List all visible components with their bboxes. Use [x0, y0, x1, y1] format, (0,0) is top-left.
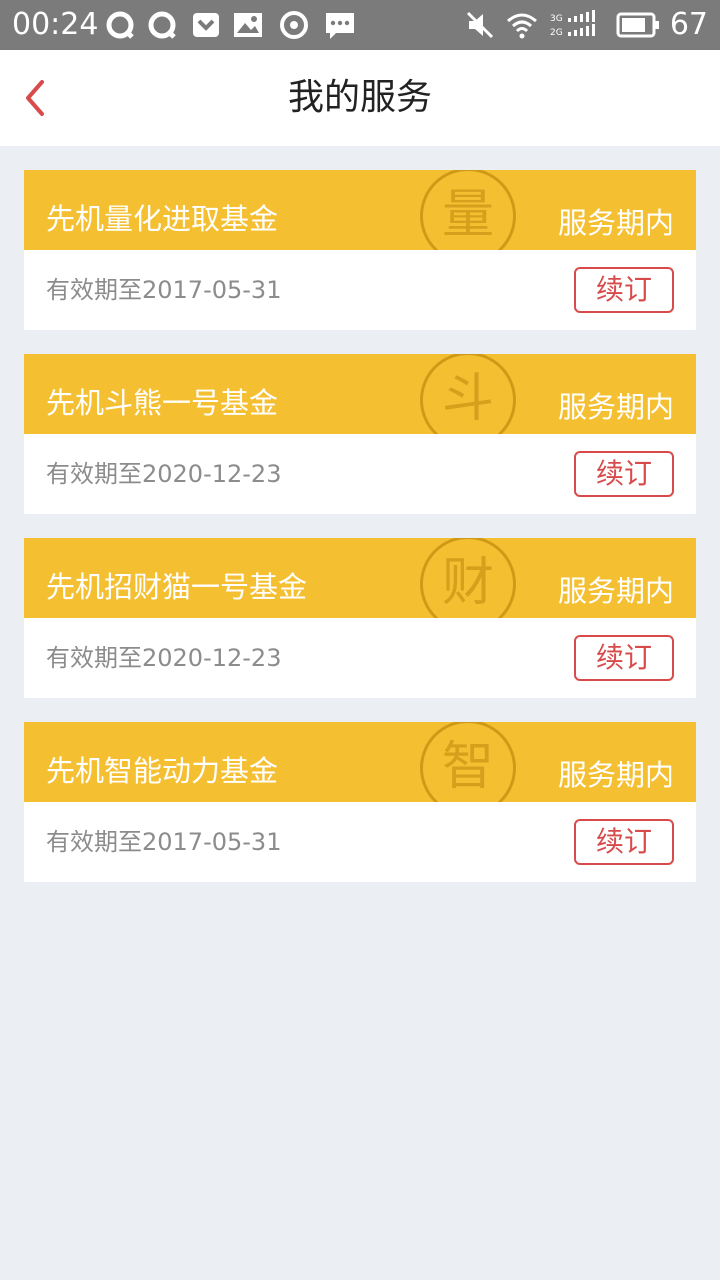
valid-until: 有效期至2020-12-23 [46, 644, 282, 672]
mute-icon [466, 11, 494, 39]
svg-text:2G: 2G [550, 28, 563, 38]
valid-until: 有效期至2017-05-31 [46, 828, 282, 856]
service-card[interactable]: 斗 先机斗熊一号基金 服务期内 有效期至2020-12-23 续订 [24, 354, 696, 514]
target-icon [280, 11, 308, 39]
battery-icon [616, 12, 659, 38]
service-card[interactable]: 财 先机招财猫一号基金 服务期内 有效期至2020-12-23 续订 [24, 538, 696, 698]
card-header: 斗 先机斗熊一号基金 服务期内 [24, 354, 696, 434]
seal-badge: 智 [420, 722, 516, 802]
valid-until: 有效期至2017-05-31 [46, 276, 282, 304]
svg-text:3G: 3G [550, 14, 563, 24]
fund-name: 先机招财猫一号基金 [46, 570, 308, 604]
card-body: 有效期至2017-05-31 续订 [24, 802, 696, 882]
card-body: 有效期至2017-05-31 续订 [24, 250, 696, 330]
signal-icon: 3G 2G [550, 10, 595, 38]
seal-badge: 量 [420, 170, 516, 250]
image-icon [234, 13, 262, 37]
battery-level: 67 [669, 7, 708, 42]
service-status: 服务期内 [557, 390, 674, 424]
renew-button[interactable]: 续订 [574, 819, 674, 865]
fund-name: 先机斗熊一号基金 [46, 386, 279, 420]
header: 我的服务 [0, 50, 720, 146]
service-card[interactable]: 智 先机智能动力基金 服务期内 有效期至2017-05-31 续订 [24, 722, 696, 882]
service-status: 服务期内 [557, 574, 674, 608]
renew-button[interactable]: 续订 [574, 267, 674, 313]
service-card[interactable]: 量 先机量化进取基金 服务期内 有效期至2017-05-31 续订 [24, 170, 696, 330]
renew-button[interactable]: 续订 [574, 635, 674, 681]
fund-name: 先机智能动力基金 [46, 754, 279, 788]
renew-button[interactable]: 续订 [574, 451, 674, 497]
card-body: 有效期至2020-12-23 续订 [24, 434, 696, 514]
status-bar: 00:24 3G 2G 67 [0, 0, 720, 50]
seal-badge: 财 [420, 538, 516, 618]
message-icon [326, 13, 354, 39]
wifi-icon [507, 13, 537, 39]
card-body: 有效期至2020-12-23 续订 [24, 618, 696, 698]
service-status: 服务期内 [557, 206, 674, 240]
status-time: 00:24 [12, 7, 99, 42]
card-header: 量 先机量化进取基金 服务期内 [24, 170, 696, 250]
pocket-icon [193, 13, 219, 37]
qq-icon [106, 11, 134, 39]
service-status: 服务期内 [557, 758, 674, 792]
page-title: 我的服务 [287, 77, 432, 118]
seal-badge: 斗 [420, 354, 516, 434]
qq-icon [148, 11, 176, 39]
card-header: 财 先机招财猫一号基金 服务期内 [24, 538, 696, 618]
fund-name: 先机量化进取基金 [46, 202, 279, 236]
card-header: 智 先机智能动力基金 服务期内 [24, 722, 696, 802]
valid-until: 有效期至2020-12-23 [46, 460, 282, 488]
